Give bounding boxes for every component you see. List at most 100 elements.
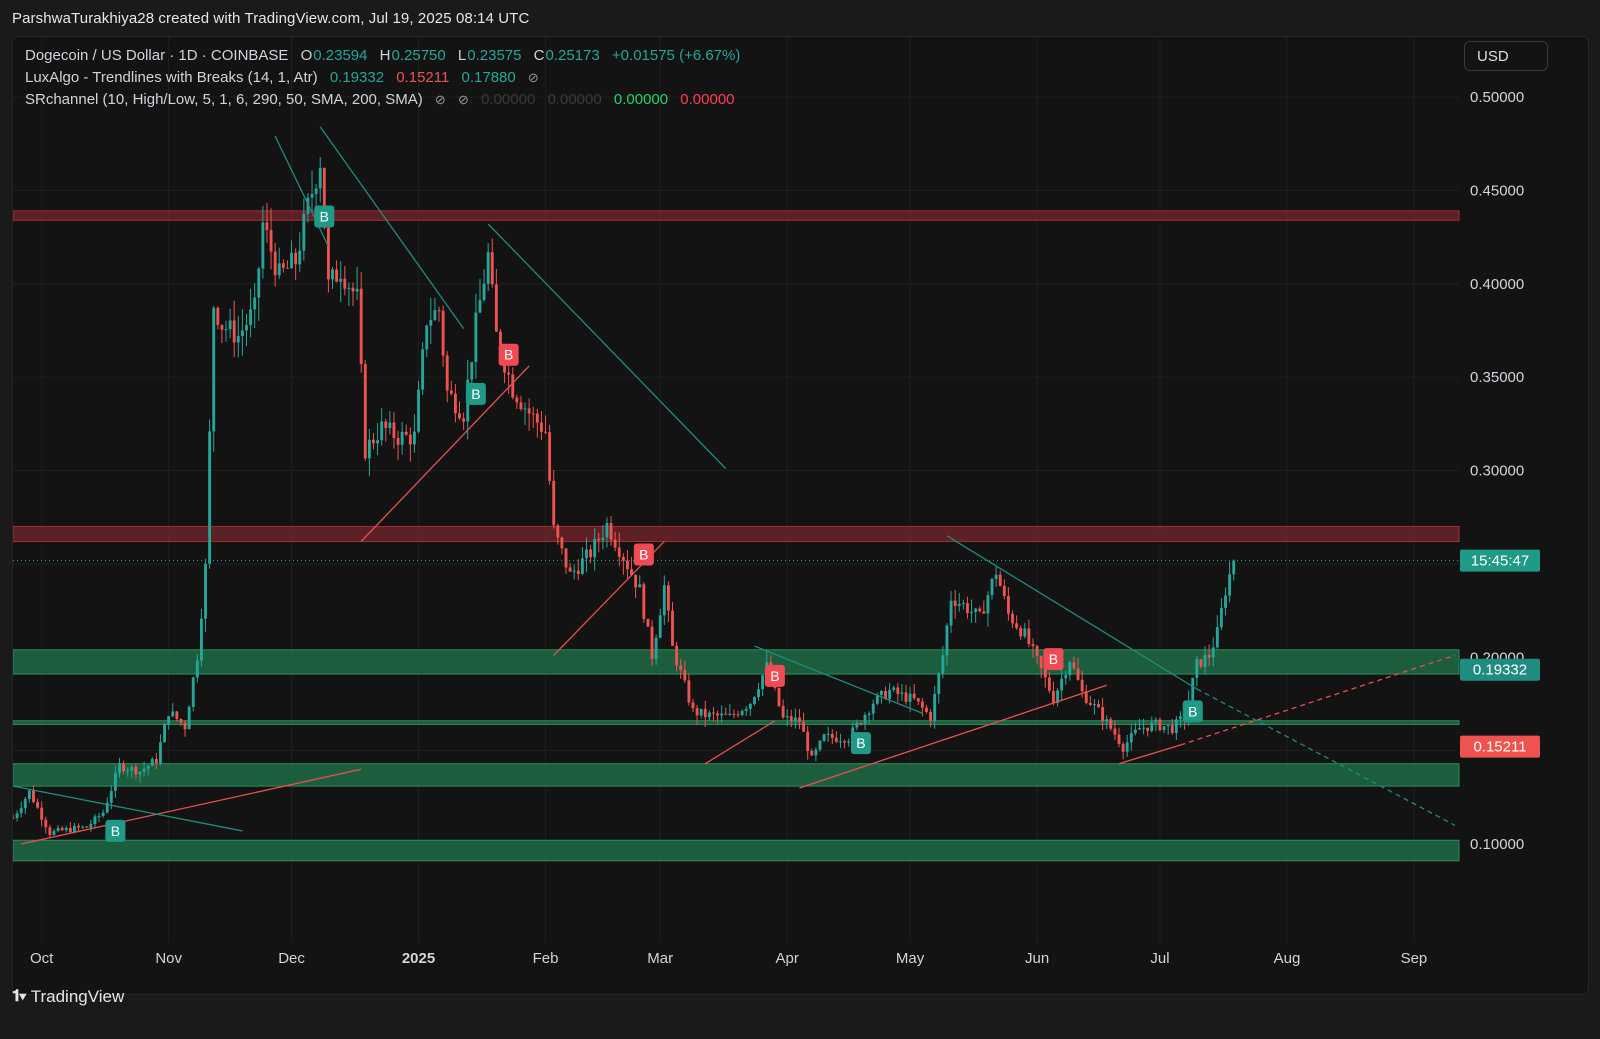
candle-body (187, 706, 191, 730)
eye-off-icon[interactable]: ⊘ (435, 92, 446, 107)
eye-off-icon[interactable]: ⊘ (458, 92, 469, 107)
candle-body (1035, 646, 1039, 657)
candle-body (621, 556, 625, 561)
candle (216, 306, 220, 330)
bearish-break-label[interactable]: B (498, 343, 519, 366)
candle-body (142, 768, 146, 772)
candle-body (1138, 728, 1141, 730)
candle-body (486, 252, 490, 284)
candle (204, 558, 207, 633)
break-label-text: B (1049, 651, 1058, 667)
candle-body (826, 734, 830, 736)
candle (81, 825, 85, 829)
candle (89, 819, 93, 832)
bearish-break-label[interactable]: B (633, 543, 654, 566)
candle-body (89, 824, 93, 828)
resistance-zone (13, 526, 1460, 542)
legend-sr-v2: 0.00000 (547, 91, 602, 108)
candle-body (220, 325, 224, 330)
candlestick-chart[interactable]: B B B B B B B B B 0.100000.150000.200000.250000.3… (13, 37, 1588, 994)
candle (163, 722, 166, 743)
legend-luxalgo-v1: 0.19332 (329, 69, 385, 86)
candle (281, 259, 285, 273)
candle-body (920, 701, 924, 708)
tradingview-branding[interactable]: 𝟏▾ TradingView (12, 987, 124, 1007)
candle-body (1019, 628, 1023, 637)
candle (212, 306, 216, 452)
candle (253, 283, 257, 329)
break-label-text: B (1188, 703, 1197, 719)
candle (1195, 656, 1199, 687)
time-tick-label: Apr (776, 950, 799, 967)
time-tick-label: Nov (155, 950, 182, 967)
bearish-break-label[interactable]: B (764, 664, 785, 687)
candle (515, 394, 519, 409)
candle-body (925, 707, 928, 713)
bullish-break-label[interactable]: B (1182, 700, 1203, 723)
bearish-break-label[interactable]: B (1043, 648, 1064, 671)
currency-selector-button[interactable]: USD (1464, 41, 1548, 71)
candle (986, 591, 990, 627)
candle-body (44, 819, 48, 828)
candle-body (1076, 668, 1080, 680)
candle (646, 618, 650, 627)
time-axis[interactable]: Oct Nov Dec 2025 Feb Mar Apr May Jun Jul Aug Sep (30, 950, 1427, 967)
candle (1117, 727, 1121, 748)
candle-body (175, 711, 179, 719)
indicator-price-label: 0.19332 (1460, 658, 1540, 681)
candle (376, 422, 380, 456)
candle-body (556, 525, 560, 538)
legend-srchannel-row[interactable]: SRchannel (10, High/Low, 5, 1, 6, 290, 5… (25, 89, 740, 111)
candle-body (429, 319, 433, 326)
candle-body (585, 549, 588, 559)
candle (351, 282, 355, 307)
candle (732, 709, 736, 719)
candle-body (376, 440, 380, 444)
candle-body (900, 692, 904, 694)
grid-lines (13, 37, 1459, 942)
candle-body (367, 439, 371, 459)
candle-body (564, 548, 568, 568)
candle-body (740, 710, 744, 715)
candle-body (314, 188, 318, 195)
candle-body (974, 608, 978, 612)
legend-luxalgo-row[interactable]: LuxAlgo - Trendlines with Breaks (14, 1,… (25, 67, 740, 89)
bullish-break-label[interactable]: B (850, 732, 871, 755)
candle-body (847, 741, 851, 743)
candle-body (810, 750, 814, 756)
candle (85, 825, 89, 828)
candle (814, 747, 818, 762)
candle (978, 606, 982, 613)
eye-off-icon[interactable]: ⊘ (528, 70, 539, 85)
candle (482, 269, 486, 302)
break-label-text: B (320, 209, 329, 225)
candle-body (134, 766, 138, 775)
candle-body (372, 439, 375, 444)
candle (531, 406, 535, 428)
bullish-break-label[interactable]: B (314, 205, 335, 228)
candle-body (675, 645, 679, 666)
candle-body (52, 830, 56, 835)
bullish-break-label[interactable]: B (465, 382, 486, 405)
candle-body (1166, 725, 1170, 727)
candle-body (113, 773, 117, 791)
candle (367, 428, 371, 477)
candle-body (626, 560, 629, 570)
candle (179, 718, 183, 727)
candle-body (363, 364, 367, 459)
candle-body (507, 372, 511, 375)
legend-main-row[interactable]: Dogecoin / US Dollar · 1D · COINBASE O0.… (25, 45, 740, 67)
candle-body (138, 771, 142, 775)
candle-body (56, 827, 60, 831)
candle (441, 305, 445, 367)
candle (1097, 699, 1100, 708)
price-axis[interactable]: 0.100000.150000.200000.250000.300000.350… (1460, 89, 1540, 853)
candle-body (789, 716, 793, 722)
candle-body (286, 267, 289, 269)
candle (474, 293, 478, 379)
candle-body (515, 397, 519, 403)
chart-pane[interactable]: B B B B B B B B B 0.100000.150000.200000.250000.3… (12, 36, 1589, 995)
candle (273, 242, 277, 287)
candle-body (1170, 725, 1174, 734)
bullish-break-label[interactable]: B (105, 819, 126, 842)
